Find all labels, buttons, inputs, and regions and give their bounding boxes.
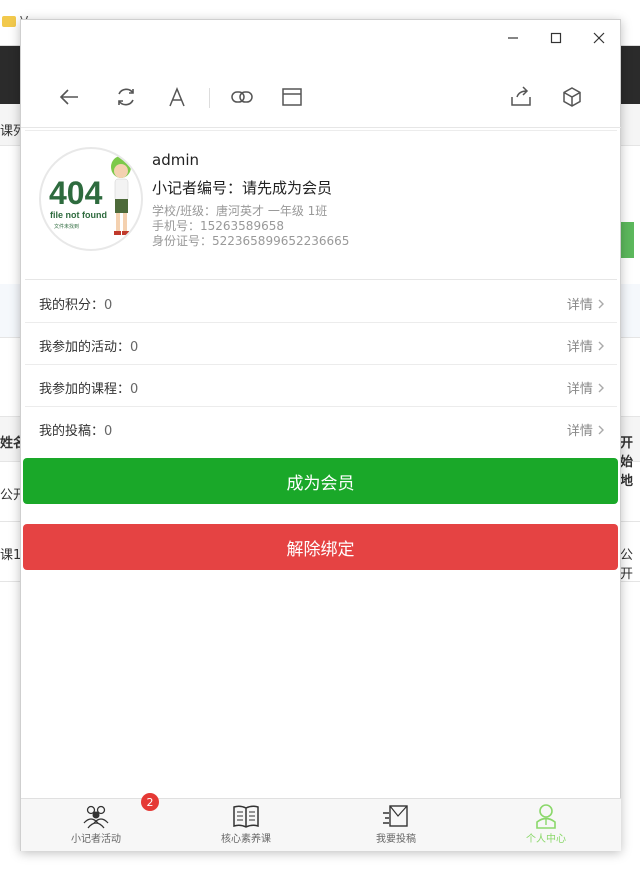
chevron-right-icon — [598, 341, 604, 351]
detail-link[interactable]: 详情 — [567, 336, 605, 355]
list-item-activities[interactable]: 我参加的活动：0 详情 — [25, 323, 617, 365]
link-button[interactable] — [229, 84, 255, 110]
tab-reporter-activities[interactable]: 小记者活动 2 — [21, 793, 171, 851]
chevron-right-icon — [598, 425, 604, 435]
share-button[interactable] — [508, 84, 534, 110]
stats-list: 我的积分：0 详情 我参加的活动：0 详情 我参加的课程：0 详情 我的投稿：0… — [25, 281, 617, 449]
tab-core-courses[interactable]: 核心素养课 — [171, 799, 321, 851]
list-item-label: 我的投稿：0 — [39, 424, 113, 439]
share-icon — [511, 86, 531, 106]
tab-label: 小记者活动 — [71, 834, 121, 845]
cube-icon — [563, 87, 581, 107]
notification-badge: 2 — [141, 793, 159, 811]
person-icon — [536, 804, 556, 829]
window-controls — [491, 20, 620, 56]
unbind-button[interactable]: 解除绑定 — [23, 524, 618, 570]
tab-label: 核心素养课 — [221, 834, 271, 845]
close-icon — [593, 32, 604, 44]
window-button[interactable] — [279, 84, 305, 110]
bg-cut-label: 课1 — [0, 548, 22, 563]
book-icon — [233, 805, 259, 828]
refresh-icon — [118, 88, 134, 106]
font-icon — [169, 87, 185, 107]
window-icon — [282, 88, 302, 106]
reporter-number: 小记者编号：请先成为会员 — [152, 179, 333, 197]
font-size-button[interactable] — [164, 84, 190, 110]
username: admin — [152, 151, 199, 169]
back-button[interactable] — [56, 84, 82, 110]
avatar[interactable]: 404 file not found 文件未找到 — [39, 147, 143, 251]
list-item-label: 我参加的活动：0 — [39, 340, 139, 355]
svg-text:file not found: file not found — [50, 210, 107, 220]
detail-link[interactable]: 详情 — [567, 378, 605, 397]
svg-text:404: 404 — [49, 175, 103, 211]
submit-icon — [383, 805, 408, 827]
minimize-button[interactable] — [491, 20, 534, 56]
id-card-number: 身份证号：522365899652236665 — [152, 234, 350, 248]
toolbar-divider — [209, 88, 210, 108]
maximize-button[interactable] — [534, 20, 577, 56]
refresh-button[interactable] — [113, 84, 139, 110]
list-item-points[interactable]: 我的积分：0 详情 — [25, 281, 617, 323]
chevron-right-icon — [598, 299, 604, 309]
svg-text:文件未找到: 文件未找到 — [54, 223, 79, 230]
avatar-404-image: 404 file not found 文件未找到 — [49, 156, 131, 235]
list-item-submissions[interactable]: 我的投稿：0 详情 — [25, 407, 617, 449]
back-arrow-icon — [59, 89, 78, 105]
chevron-right-icon — [598, 383, 604, 393]
tab-personal-center[interactable]: 个人中心 — [471, 799, 621, 851]
tab-submit-article[interactable]: 我要投稿 — [321, 799, 471, 851]
detail-link[interactable]: 详情 — [567, 294, 605, 313]
toolbar — [21, 64, 621, 128]
close-button[interactable] — [577, 20, 620, 56]
become-member-button[interactable]: 成为会员 — [23, 458, 618, 504]
folder-icon — [2, 16, 16, 27]
package-button[interactable] — [559, 84, 585, 110]
tab-label: 个人中心 — [526, 834, 566, 845]
link-icon — [231, 91, 253, 103]
tab-label: 我要投稿 — [376, 834, 416, 845]
list-item-label: 我参加的课程：0 — [39, 382, 139, 397]
maximize-icon — [550, 32, 561, 44]
list-item-courses[interactable]: 我参加的课程：0 详情 — [25, 365, 617, 407]
list-item-label: 我的积分：0 — [39, 298, 113, 313]
profile-card: 404 file not found 文件未找到 admin 小记者编号：请先成… — [25, 130, 617, 280]
people-icon — [83, 805, 109, 829]
bottom-tabbar: 小记者活动 2 核心素养课 我要投稿 个人中心 — [21, 793, 621, 851]
mini-program-window: 404 file not found 文件未找到 admin 小记者编号：请先成… — [20, 19, 621, 851]
bg-cut-label: 公开 — [620, 548, 634, 582]
detail-link[interactable]: 详情 — [567, 420, 605, 439]
minimize-icon — [507, 37, 518, 39]
